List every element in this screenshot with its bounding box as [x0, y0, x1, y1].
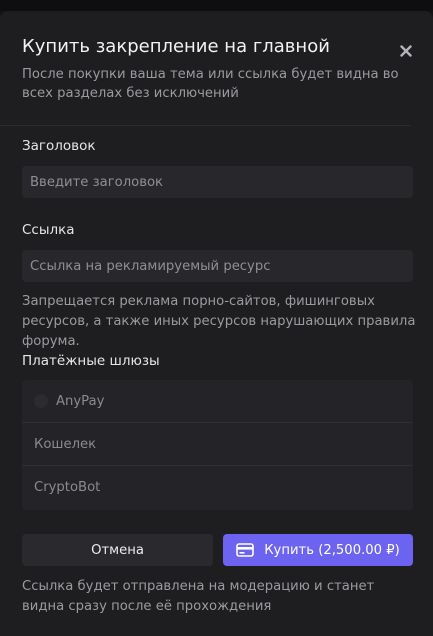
payment-gateways-list: AnyPay Кошелек CryptoBot	[22, 380, 413, 510]
purchase-pin-modal: Купить закрепление на главной После поку…	[0, 11, 433, 636]
cancel-button-label: Отмена	[91, 542, 144, 558]
radio-icon	[34, 394, 48, 408]
gateway-option-anypay[interactable]: AnyPay	[22, 380, 413, 423]
credit-card-icon	[236, 543, 254, 557]
gateway-name: CryptoBot	[34, 480, 101, 495]
gateway-option-wallet[interactable]: Кошелек	[22, 423, 413, 466]
gateways-label: Платёжные шлюзы	[22, 353, 160, 369]
close-icon	[400, 45, 412, 57]
header-divider	[0, 125, 411, 126]
gateway-option-cryptobot[interactable]: CryptoBot	[22, 466, 413, 509]
buy-button-label: Купить (2,500.00 ₽)	[264, 542, 400, 558]
buy-button[interactable]: Купить (2,500.00 ₽)	[223, 534, 413, 566]
modal-subtitle: После покупки ваша тема или ссылка будет…	[22, 67, 399, 101]
cancel-button[interactable]: Отмена	[22, 534, 213, 566]
gateway-name: Кошелек	[34, 436, 97, 452]
title-input[interactable]	[22, 166, 413, 198]
modal-title: Купить закрепление на главной	[22, 36, 330, 57]
link-hint: Запрещается реклама порно-сайтов, фишинг…	[22, 294, 416, 349]
gateway-name: AnyPay	[56, 393, 105, 409]
page-backdrop	[0, 0, 433, 11]
link-input[interactable]	[22, 250, 413, 282]
moderation-note: Ссылка будет отправлена на модерацию и с…	[22, 579, 375, 614]
title-field-label: Заголовок	[22, 138, 96, 154]
link-field-label: Ссылка	[22, 222, 75, 238]
close-button[interactable]	[396, 41, 416, 61]
